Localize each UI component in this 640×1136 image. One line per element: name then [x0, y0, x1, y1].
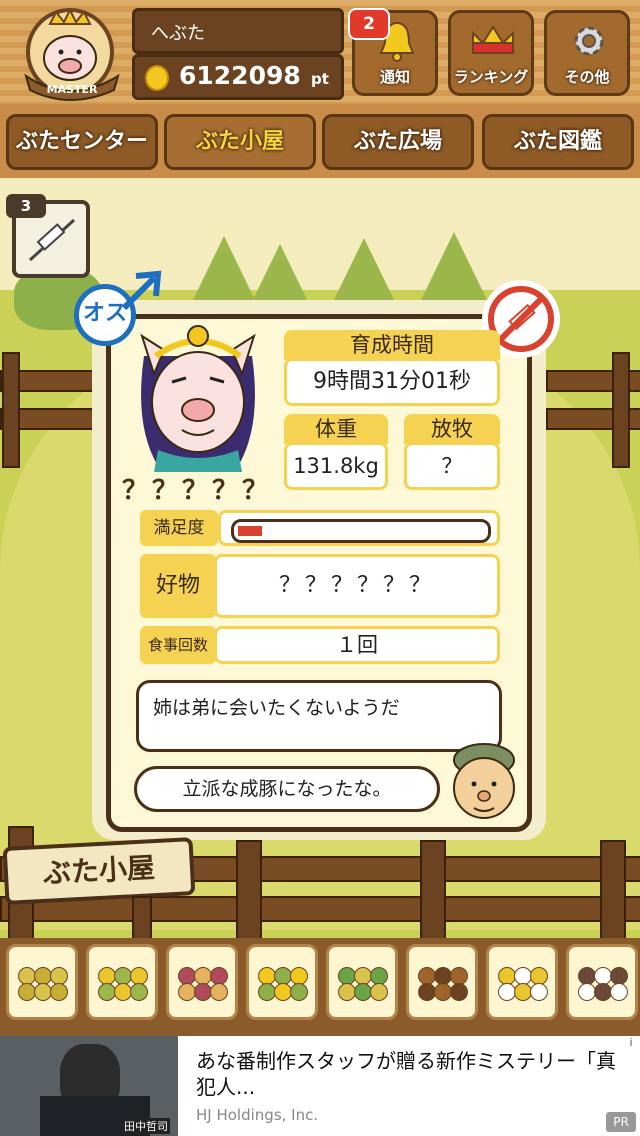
food-item-piece: [130, 983, 148, 1001]
ranking-button[interactable]: ランキング: [448, 10, 534, 96]
food-item-button[interactable]: [86, 944, 158, 1020]
fence-post: [612, 352, 630, 468]
notification-count-badge: 2: [348, 8, 390, 40]
male-arrow-icon: [121, 270, 162, 311]
tab-buta-encyclopedia[interactable]: ぶた図鑑: [482, 114, 634, 170]
food-item-piece: [290, 983, 308, 1001]
fence-post: [236, 840, 262, 942]
satisfaction-bar-track: [231, 519, 491, 543]
food-item-button[interactable]: [166, 944, 238, 1020]
fence-post: [420, 840, 446, 942]
meal-count-label: 食事回数: [140, 626, 216, 664]
player-avatar[interactable]: MASTER: [14, 6, 132, 102]
favorite-food-value: ？？？？？？: [214, 554, 500, 618]
food-item-button[interactable]: [406, 944, 478, 1020]
ranking-label: ランキング: [453, 68, 529, 86]
grain-plate-icon: [497, 957, 548, 1007]
food-item-button[interactable]: [486, 944, 558, 1020]
satisfaction-bar-fill: [238, 526, 262, 536]
food-item-piece: [450, 983, 468, 1001]
weight-label: 体重: [284, 414, 388, 444]
buta-hut-sign: ぶた小屋: [2, 837, 196, 905]
ad-advertiser: HJ Holdings, Inc.: [196, 1106, 319, 1124]
syringe-icon: [28, 218, 76, 262]
tab-buta-hut[interactable]: ぶた小屋: [164, 114, 316, 170]
raise-time-label: 育成時間: [284, 330, 500, 360]
meal-count-value: １回: [214, 626, 500, 664]
farmer-avatar: [453, 743, 515, 819]
grazing-value: ？: [404, 442, 500, 490]
ad-title[interactable]: あな番制作スタッフが贈る新作ミステリー「真犯人...: [196, 1048, 616, 1100]
farmer-speech-bubble: 立派な成豚になったな。: [134, 766, 440, 812]
points-unit: pt: [311, 70, 329, 88]
fence-post: [2, 352, 20, 468]
food-item-piece: [530, 983, 548, 1001]
coin-icon: [145, 65, 169, 91]
points-value: 6122098: [179, 61, 301, 90]
ad-pr-label: PR: [606, 1112, 636, 1132]
favorite-food-label: 好物: [140, 554, 216, 618]
food-item-piece: [50, 983, 68, 1001]
food-item-button[interactable]: [246, 944, 318, 1020]
satisfaction-label: 満足度: [140, 510, 218, 546]
food-item-piece: [610, 983, 628, 1001]
tab-buta-plaza[interactable]: ぶた広場: [322, 114, 474, 170]
meatballs-plate-icon: [577, 957, 628, 1007]
other-label: その他: [564, 68, 610, 86]
weight-value: 131.8kg: [284, 442, 388, 490]
sweet-potato-icon: [177, 957, 228, 1007]
gear-icon: [574, 26, 604, 56]
pig-message-text: 姉は弟に会いたくないようだ: [153, 697, 400, 719]
player-name-plank: へぶた: [132, 8, 344, 54]
pig-name: ？？？？？: [122, 476, 273, 506]
pig-portrait: [140, 325, 256, 472]
notifications-label: 通知: [379, 68, 410, 86]
satisfaction-meter: [218, 510, 500, 546]
food-item-piece: [370, 983, 388, 1001]
fence-post: [600, 840, 626, 942]
corn-kernels-icon: [97, 957, 148, 1007]
player-name: へぶた: [151, 23, 205, 44]
sign-post: [132, 896, 152, 944]
food-item-button[interactable]: [326, 944, 398, 1020]
vegetables-icon: [337, 957, 388, 1007]
ad-info-icon[interactable]: i: [624, 1036, 638, 1050]
raise-time-value: 9時間31分01秒: [284, 358, 500, 406]
beans-icon: [17, 957, 68, 1007]
food-item-button[interactable]: [566, 944, 638, 1020]
grazing-label: 放牧: [404, 414, 500, 444]
points-plank: 6122098 pt: [132, 54, 344, 100]
acorns-icon: [417, 957, 468, 1007]
crown-icon: [472, 25, 514, 54]
tab-buta-center[interactable]: ぶたセンター: [6, 114, 158, 170]
tree: [420, 232, 488, 302]
other-settings-button[interactable]: その他: [544, 10, 630, 96]
ad-image-caption: 田中哲司: [122, 1118, 170, 1134]
tree: [330, 238, 398, 308]
corn-icon: [257, 957, 308, 1007]
farmer-speech-text: 立派な成豚になったな。: [182, 778, 392, 800]
food-item-piece: [210, 983, 228, 1001]
avatar-badge-text: MASTER: [47, 83, 98, 96]
item-count-badge: 3: [6, 194, 46, 218]
food-item-button[interactable]: [6, 944, 78, 1020]
